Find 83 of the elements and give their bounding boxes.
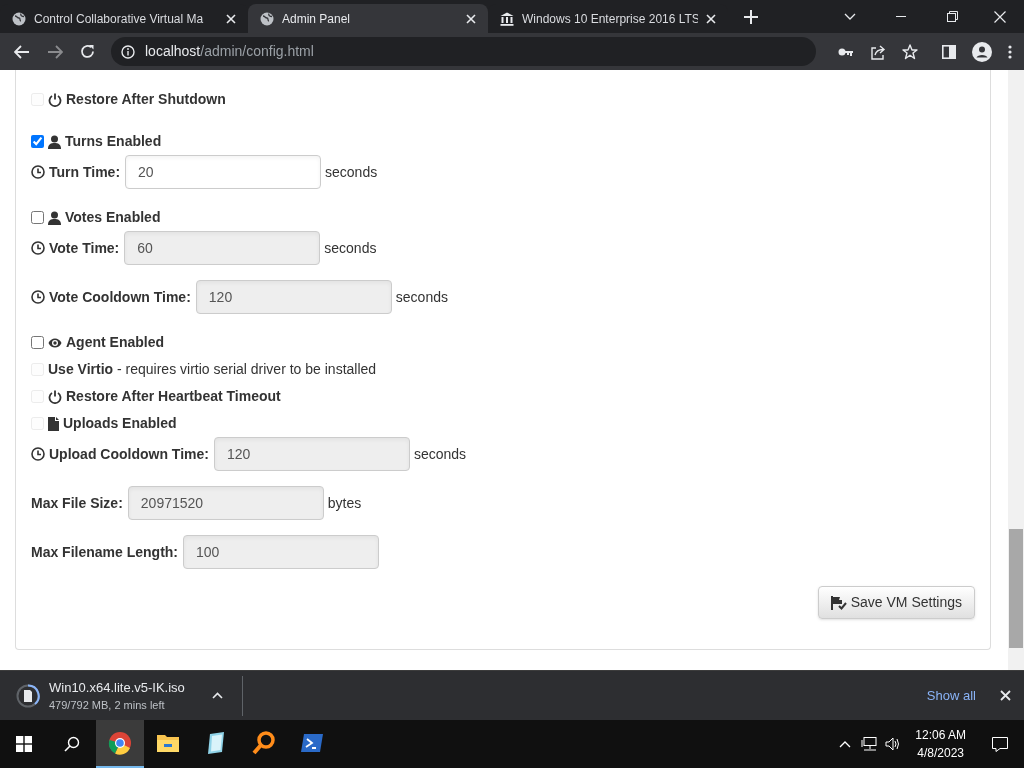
bank-icon	[500, 11, 514, 26]
unit-label: seconds	[324, 238, 377, 258]
browser-tab[interactable]: Admin Panel	[248, 4, 488, 33]
file-icon	[48, 416, 59, 431]
close-icon[interactable]	[466, 13, 476, 24]
restore-icon[interactable]	[947, 11, 958, 22]
field-label: Vote Cooldown Time:	[49, 287, 191, 307]
checkbox-label: Turns Enabled	[65, 132, 162, 151]
checkbox[interactable]	[31, 135, 44, 148]
number-field[interactable]: 20	[125, 155, 322, 189]
number-field: 120	[195, 280, 392, 314]
chevron-up-icon[interactable]	[839, 740, 852, 748]
close-icon[interactable]	[994, 10, 1006, 23]
new-tab-icon[interactable]	[744, 10, 758, 24]
field-label: Max Filename Length:	[31, 542, 179, 562]
globe-icon	[260, 11, 274, 26]
checkbox[interactable]	[31, 211, 44, 224]
minimize-icon[interactable]	[896, 15, 906, 18]
download-progress-icon	[16, 683, 40, 708]
unit-label: seconds	[413, 444, 467, 464]
profile-icon[interactable]	[972, 41, 992, 62]
user-icon	[48, 134, 61, 149]
windows-start-icon[interactable]	[16, 736, 32, 752]
checkbox-label: Restore After Shutdown	[66, 90, 226, 109]
close-icon[interactable]	[226, 13, 236, 24]
caret-up-icon[interactable]	[211, 692, 223, 699]
clock-icon	[31, 447, 45, 461]
save-button[interactable]: Save VM Settings	[817, 586, 975, 619]
forward-icon	[47, 44, 63, 59]
checkbox-label: Restore After Heartbeat Timeout	[66, 387, 281, 406]
share-icon[interactable]	[870, 43, 886, 60]
side-panel-icon[interactable]	[942, 44, 956, 59]
clock-time[interactable]: 12:06 AM	[915, 726, 966, 744]
browser-icon	[108, 731, 132, 755]
search-icon[interactable]	[64, 736, 80, 752]
unit-label: bytes	[327, 493, 362, 513]
star-icon[interactable]	[902, 43, 918, 60]
clock-icon	[31, 241, 45, 255]
clock-icon	[31, 165, 45, 179]
checkbox-label: Uploads Enabled	[63, 414, 177, 433]
unit-label: seconds	[395, 287, 448, 307]
chevron-down-icon[interactable]	[844, 12, 856, 21]
unit-label: seconds	[325, 162, 378, 182]
user-icon	[48, 210, 61, 225]
clock-icon	[31, 290, 45, 304]
number-field: 120	[213, 437, 410, 471]
checkbox-label: Use Virtio - requires virtio serial driver to be installed	[48, 360, 377, 379]
checkbox[interactable]	[31, 336, 44, 349]
flag-check-icon	[830, 595, 847, 610]
url-text: localhost/admin/config.html	[145, 42, 314, 61]
number-field: 100	[183, 535, 380, 569]
clock-date[interactable]: 4/8/2023	[917, 744, 964, 762]
menu-icon[interactable]	[1008, 44, 1012, 59]
magnifier-icon	[252, 731, 276, 755]
checkbox-label: Agent Enabled	[66, 333, 164, 352]
key-icon[interactable]	[838, 46, 854, 57]
address-bar[interactable]: localhost/admin/config.html	[111, 37, 816, 66]
scrollbar[interactable]	[1008, 70, 1024, 670]
network-icon[interactable]	[861, 737, 878, 751]
field-label: Upload Cooldown Time:	[49, 444, 209, 464]
field-label: Vote Time:	[49, 238, 120, 258]
close-icon[interactable]	[1000, 690, 1011, 701]
info-icon	[121, 44, 135, 59]
terminal-icon	[300, 731, 324, 755]
eye-icon	[48, 336, 62, 349]
taskbar-app[interactable]	[96, 720, 144, 768]
power-icon	[48, 389, 62, 404]
show-all-link[interactable]: Show all	[926, 685, 976, 706]
globe-icon	[12, 11, 26, 26]
back-icon[interactable]	[14, 44, 30, 59]
download-status: 479/792 MB, 2 mins left	[49, 698, 166, 713]
download-filename[interactable]: Win10.x64.lite.v5-IK.iso	[49, 677, 185, 697]
checkbox-label: Votes Enabled	[65, 208, 161, 227]
notification-icon[interactable]	[992, 736, 1008, 752]
power-icon	[48, 92, 62, 107]
scrollbar-thumb[interactable]	[1009, 529, 1023, 648]
close-icon[interactable]	[706, 13, 716, 24]
volume-icon[interactable]	[885, 737, 902, 751]
reload-icon[interactable]	[80, 44, 95, 59]
field-label: Turn Time:	[49, 162, 121, 182]
number-field: 20971520	[127, 486, 324, 520]
number-field: 60	[124, 231, 321, 265]
field-label: Max File Size:	[31, 493, 123, 513]
